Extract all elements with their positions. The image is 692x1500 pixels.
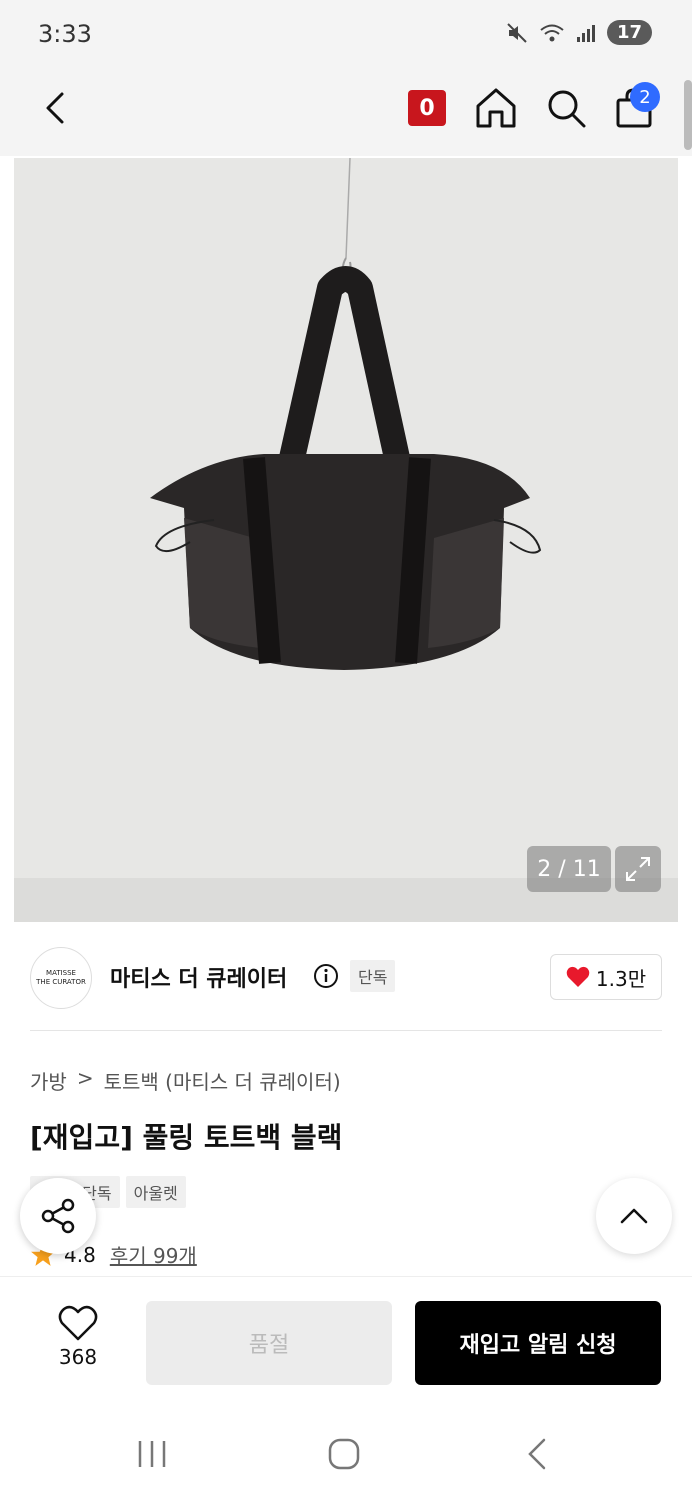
exclusive-badge: 단독 — [350, 960, 396, 992]
brand-like-count: 1.3만 — [595, 966, 647, 991]
system-back-icon[interactable] — [520, 1436, 556, 1472]
wifi-icon — [540, 24, 564, 41]
top-bar: 0 2 — [0, 70, 692, 156]
status-icons: 17 — [505, 20, 652, 45]
brand-logo-line1: MATISSE — [46, 969, 76, 977]
cart-count-badge: 2 — [630, 82, 660, 112]
brand-logo-line2: THE CURATOR — [36, 978, 86, 986]
breadcrumb-category[interactable]: 가방 — [30, 1066, 67, 1095]
divider — [30, 1030, 662, 1031]
brand-name[interactable]: 마티스 더 큐레이터 — [110, 961, 287, 993]
expand-icon — [626, 857, 650, 881]
brand-row: MATISSE THE CURATOR 마티스 더 큐레이터 단독 1.3만 — [30, 945, 662, 1009]
info-icon[interactable] — [313, 963, 339, 989]
restock-alert-button[interactable]: 재입고 알림 신청 — [415, 1301, 661, 1385]
status-time: 3:33 — [38, 20, 92, 48]
image-page-indicator: 2 / 11 — [527, 846, 611, 892]
product-image — [14, 158, 678, 922]
scrollbar[interactable] — [684, 80, 692, 150]
expand-image-button[interactable] — [615, 846, 661, 892]
product-title: [재입고] 풀링 토트백 블랙 — [30, 1121, 343, 1154]
scroll-to-top-button[interactable] — [596, 1178, 672, 1254]
back-arrow-icon[interactable] — [36, 88, 76, 128]
heart-outline-icon — [58, 1305, 98, 1341]
wishlist-button[interactable]: 368 — [46, 1305, 110, 1385]
chevron-up-icon — [620, 1208, 648, 1224]
status-bar: 3:33 17 — [0, 0, 692, 70]
share-button[interactable] — [20, 1178, 96, 1254]
recent-apps-icon[interactable] — [134, 1436, 170, 1472]
search-icon[interactable] — [544, 86, 588, 130]
brand-like-button[interactable]: 1.3만 — [550, 954, 662, 1000]
wishlist-count: 368 — [58, 1345, 98, 1369]
coupon-badge[interactable]: 0 — [408, 90, 446, 126]
battery-indicator: 17 — [606, 20, 652, 45]
home-button-icon[interactable] — [326, 1436, 362, 1472]
product-image-gallery[interactable]: 2 / 11 — [14, 158, 678, 922]
brand-logo[interactable]: MATISSE THE CURATOR — [30, 947, 92, 1009]
home-icon[interactable] — [474, 86, 518, 130]
signal-icon — [576, 24, 595, 42]
review-link[interactable]: 후기 99개 — [110, 1240, 197, 1269]
breadcrumb: 가방 > 토트백 (마티스 더 큐레이터) — [30, 1066, 341, 1095]
mute-icon — [507, 22, 527, 43]
system-nav-bar — [0, 1406, 692, 1500]
share-icon — [41, 1198, 75, 1234]
bottom-action-bar: 368 품절 재입고 알림 신청 — [0, 1276, 692, 1406]
breadcrumb-subcategory[interactable]: 토트백 (마티스 더 큐레이터) — [104, 1066, 341, 1095]
heart-filled-icon — [566, 966, 590, 987]
tag-outlet: 아울렛 — [125, 1176, 186, 1208]
sold-out-button: 품절 — [146, 1301, 392, 1385]
breadcrumb-separator: > — [76, 1066, 94, 1090]
